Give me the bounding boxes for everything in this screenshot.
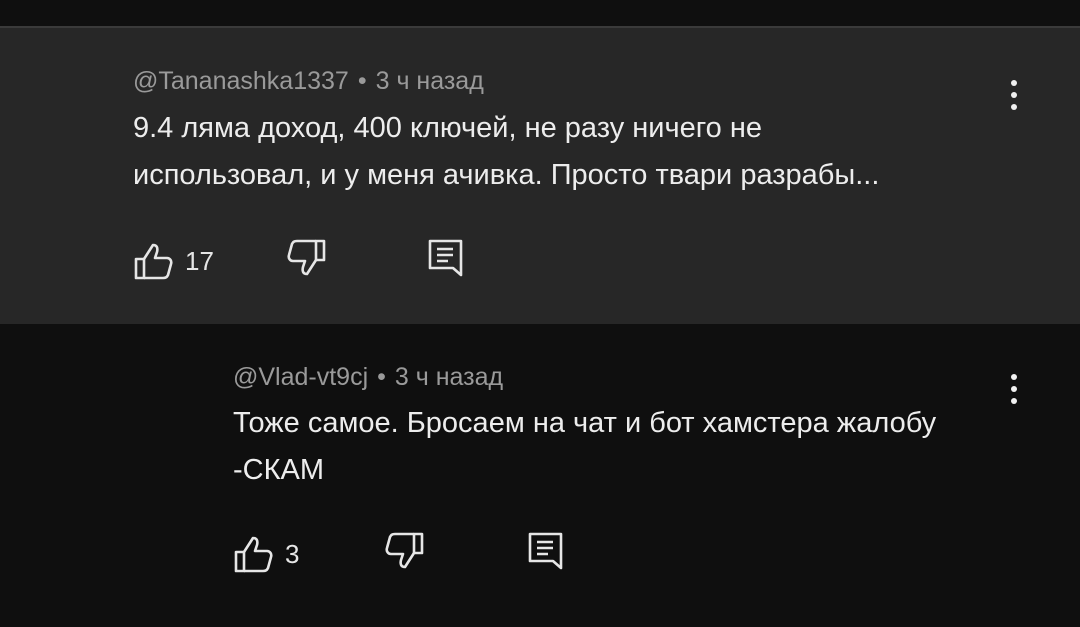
thumb-up-icon bbox=[234, 536, 273, 573]
thumb-down-icon bbox=[287, 239, 326, 276]
dislike-button[interactable] bbox=[385, 531, 425, 571]
comment-text: 9.4 ляма доход, 400 ключей, не разу ниче… bbox=[133, 112, 880, 191]
dislike-button[interactable] bbox=[287, 238, 327, 278]
like-count: 17 bbox=[185, 245, 214, 276]
comment-time[interactable]: 3 ч назад bbox=[395, 363, 503, 391]
thumb-up-icon bbox=[134, 243, 173, 280]
like-count: 3 bbox=[285, 538, 300, 569]
comment-author[interactable]: @Vlad-vt9cj bbox=[233, 363, 368, 391]
thumb-down-icon bbox=[385, 532, 424, 569]
like-button[interactable]: 3 bbox=[233, 534, 299, 574]
comment-meta: @Vlad-vt9cj • 3 ч назад bbox=[233, 363, 503, 392]
like-button[interactable]: 17 bbox=[133, 241, 214, 281]
more-vert-icon[interactable] bbox=[999, 73, 1029, 117]
comment-text: Тоже самое. Бросаем на чат и бот хамстер… bbox=[233, 407, 937, 486]
comment-item: @Tananashka1337 • 3 ч назад 9.4 ляма доход… bbox=[0, 28, 1080, 324]
meta-separator: • bbox=[377, 363, 386, 391]
reply-item: @Vlad-vt9cj • 3 ч назад Тоже самое. Бросае… bbox=[0, 324, 1080, 627]
comment-meta: @Tananashka1337 • 3 ч назад bbox=[133, 67, 484, 96]
reply-icon bbox=[528, 532, 563, 570]
reply-button[interactable] bbox=[527, 531, 565, 571]
reply-button[interactable] bbox=[427, 238, 465, 278]
meta-separator: • bbox=[357, 67, 367, 95]
more-vert-icon[interactable] bbox=[999, 367, 1029, 411]
comment-author[interactable]: @Tananashka1337 bbox=[133, 67, 349, 95]
comment-time[interactable]: 3 ч назад bbox=[376, 67, 484, 95]
top-bar bbox=[0, 0, 1080, 27]
reply-icon bbox=[428, 239, 463, 277]
